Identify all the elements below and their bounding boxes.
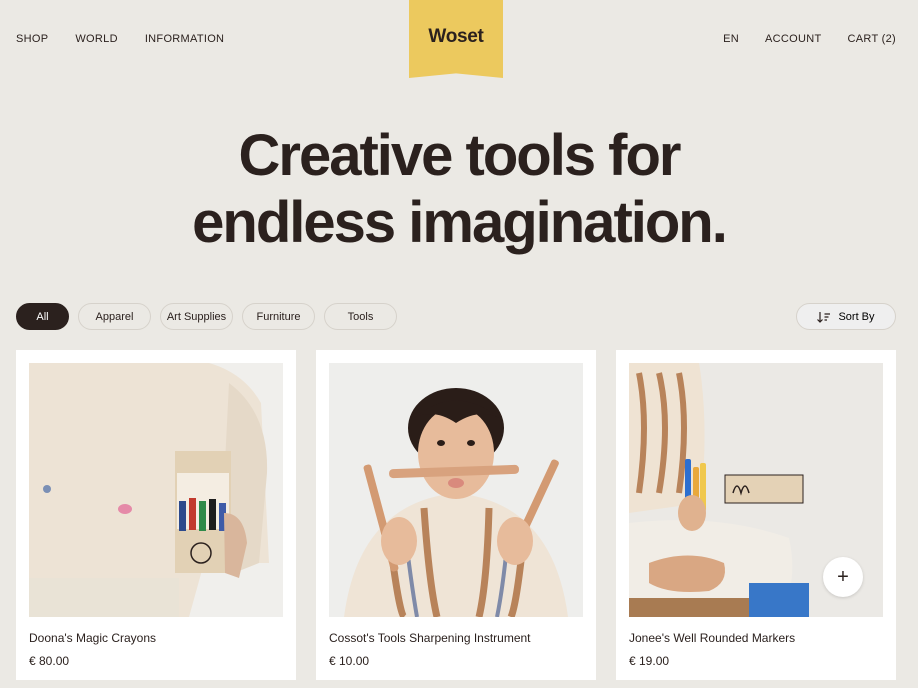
product-image-markers[interactable]: + [629, 363, 883, 617]
logo-text: Woset [428, 26, 484, 47]
logo[interactable]: Woset [409, 0, 503, 78]
product-card[interactable]: Doona's Magic Crayons € 80.00 [16, 350, 296, 680]
nav-account[interactable]: ACCOUNT [765, 33, 822, 45]
product-price: € 80.00 [29, 654, 70, 668]
filter-furniture[interactable]: Furniture [242, 303, 315, 330]
nav-language[interactable]: EN [723, 33, 739, 45]
product-price: € 19.00 [629, 654, 670, 668]
sort-icon [817, 311, 831, 323]
product-name[interactable]: Doona's Magic Crayons [29, 631, 156, 645]
nav-information[interactable]: INFORMATION [145, 33, 224, 45]
filter-apparel[interactable]: Apparel [78, 303, 151, 330]
product-card[interactable]: + Jonee's Well Rounded Markers € 19.00 [616, 350, 896, 680]
product-card[interactable]: Cossot's Tools Sharpening Instrument € 1… [316, 350, 596, 680]
product-image-sharpener[interactable] [329, 363, 583, 617]
nav-cart[interactable]: CART (2) [848, 33, 896, 45]
product-image-crayons[interactable] [29, 363, 283, 617]
nav-shop[interactable]: SHOP [16, 33, 48, 45]
hero-line-2: endless imagination. [192, 190, 728, 255]
nav-world[interactable]: WORLD [75, 33, 117, 45]
hero-line-1: Creative tools for [238, 123, 682, 188]
filter-tools[interactable]: Tools [324, 303, 397, 330]
main-nav: SHOP WORLD INFORMATION [16, 33, 251, 45]
sort-button[interactable]: Sort By [796, 303, 896, 330]
utility-nav: EN ACCOUNT CART (2) [697, 33, 896, 45]
category-filters: All Apparel Art Supplies Furniture Tools [16, 303, 406, 330]
product-grid: Doona's Magic Crayons € 80.00 Cossot's T… [16, 350, 896, 680]
product-name[interactable]: Jonee's Well Rounded Markers [629, 631, 795, 645]
product-price: € 10.00 [329, 654, 370, 668]
filter-all[interactable]: All [16, 303, 69, 330]
product-name[interactable]: Cossot's Tools Sharpening Instrument [329, 631, 531, 645]
hero-heading: Creative tools for endless imagination. [0, 122, 918, 256]
add-to-cart-button[interactable]: + [823, 557, 863, 597]
sort-label: Sort By [838, 310, 875, 323]
filter-art-supplies[interactable]: Art Supplies [160, 303, 233, 330]
plus-icon: + [837, 565, 849, 588]
